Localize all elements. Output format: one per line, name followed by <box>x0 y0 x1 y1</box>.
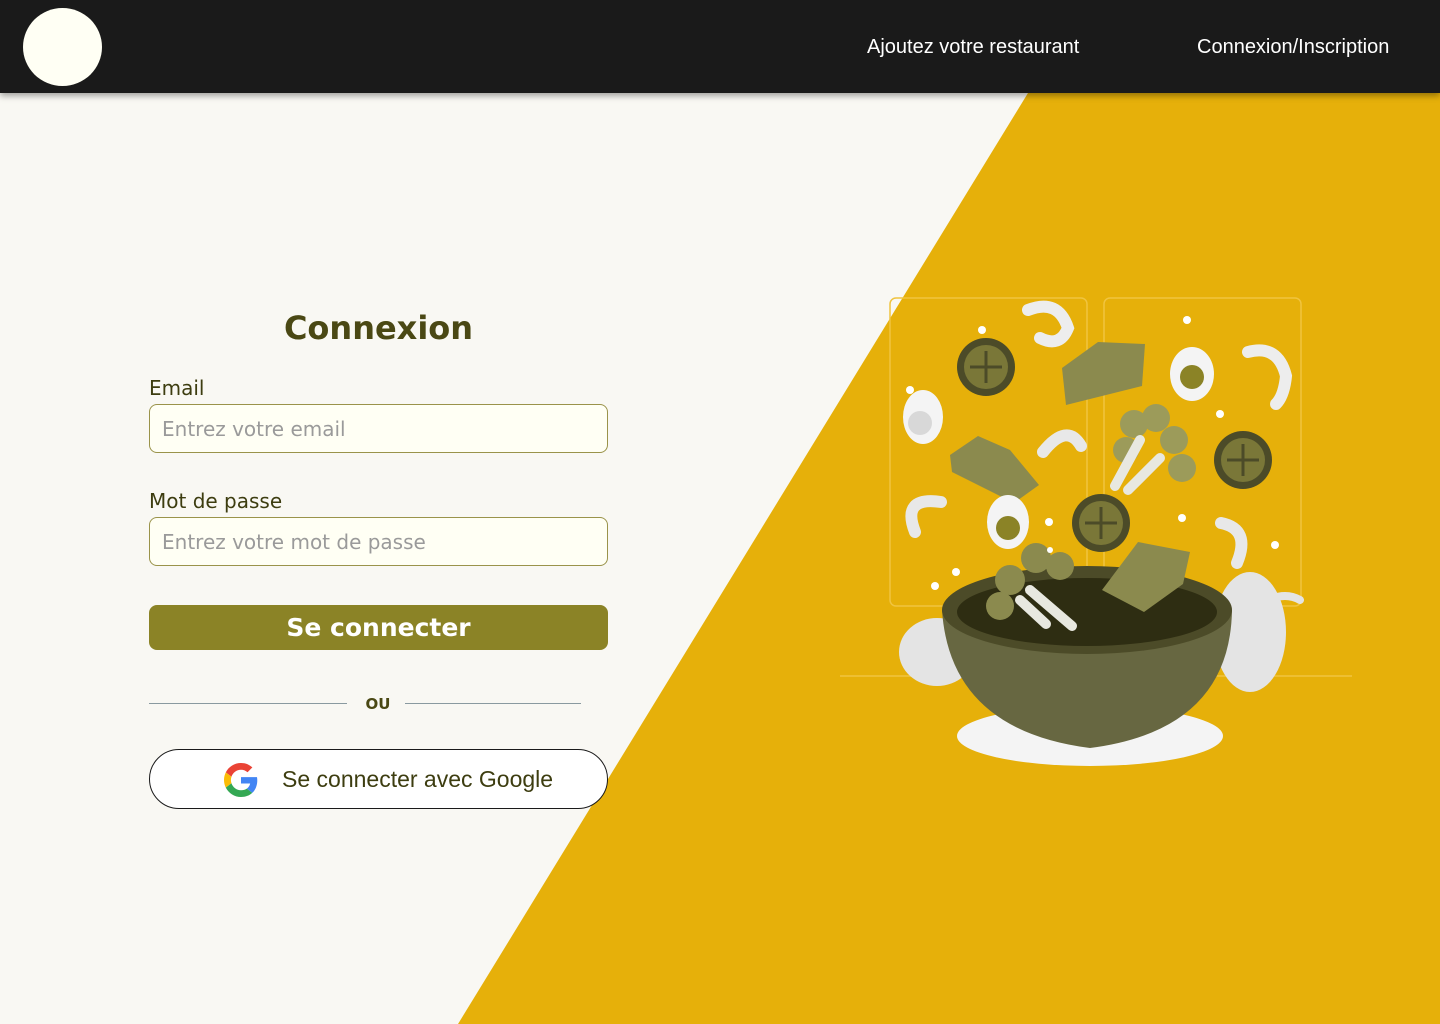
shrimp <box>1022 300 1075 348</box>
onion-stem <box>1264 592 1304 604</box>
password-label: Mot de passe <box>149 489 283 513</box>
salmon-piece <box>1062 342 1145 405</box>
egg <box>1170 347 1214 401</box>
shrimp <box>1215 517 1248 569</box>
crumb <box>1178 514 1186 522</box>
egg <box>987 495 1029 549</box>
crumb <box>978 326 986 334</box>
divider-line-left <box>149 703 347 704</box>
google-button-label: Se connecter avec Google <box>282 766 554 792</box>
salad-bowl-illustration <box>840 297 1352 766</box>
password-field[interactable] <box>149 517 608 566</box>
email-label: Email <box>149 376 205 400</box>
divider-text: OU <box>365 695 391 713</box>
tomato-slice <box>1214 431 1272 489</box>
tomato-slice <box>1072 494 1130 552</box>
shrimp <box>1037 429 1087 458</box>
crumb <box>1271 541 1279 549</box>
email-field[interactable] <box>149 404 608 453</box>
login-signup-link[interactable]: Connexion/Inscription <box>1197 35 1389 59</box>
google-login-button[interactable]: Se connecter avec Google <box>149 749 608 809</box>
broccoli <box>1110 404 1196 495</box>
add-restaurant-link[interactable]: Ajoutez votre restaurant <box>867 35 1079 59</box>
shrimp <box>905 495 947 538</box>
crumb <box>1216 410 1224 418</box>
divider-line-right <box>405 703 581 704</box>
page-title: Connexion <box>283 309 474 347</box>
top-navbar: Ajoutez votre restaurant Connexion/Inscr… <box>0 0 1440 93</box>
crumb <box>1183 316 1191 324</box>
login-button[interactable]: Se connecter <box>149 605 608 650</box>
egg <box>903 390 943 444</box>
crumb <box>1047 547 1053 553</box>
crumb <box>931 582 939 590</box>
salmon-piece <box>950 436 1039 503</box>
google-g-icon <box>224 763 258 797</box>
shrimp <box>1242 344 1293 410</box>
crumb <box>1045 518 1053 526</box>
tomato-slice <box>957 338 1015 396</box>
logo-icon[interactable] <box>23 8 102 86</box>
crumb <box>952 568 960 576</box>
crumb <box>906 386 914 394</box>
